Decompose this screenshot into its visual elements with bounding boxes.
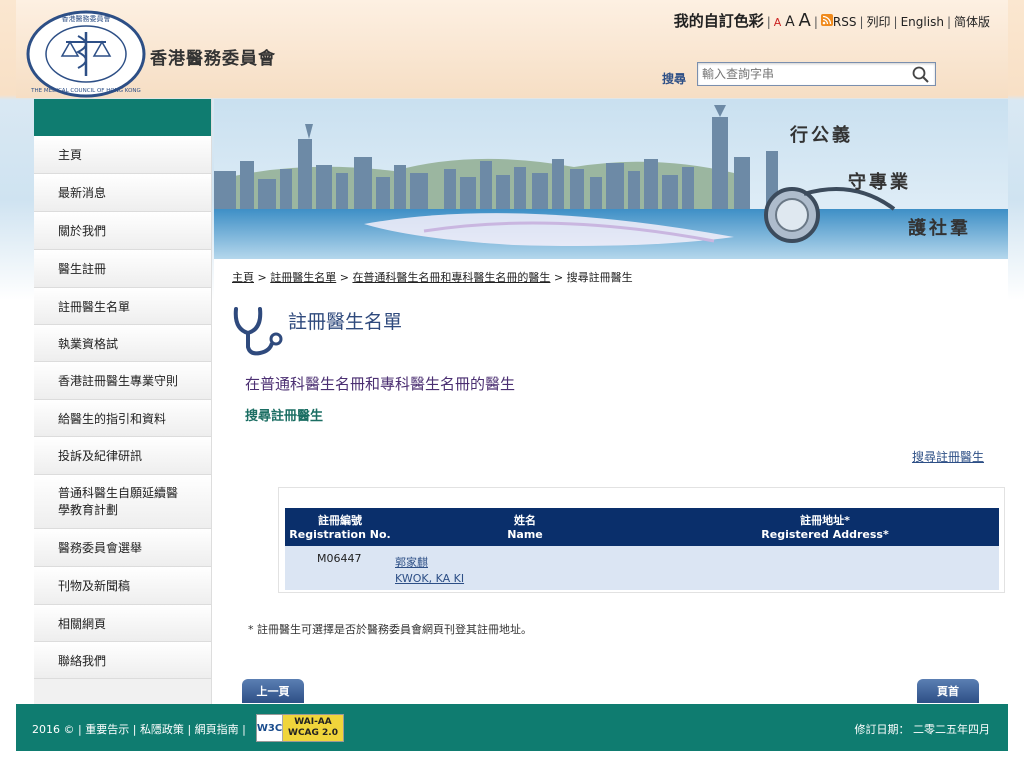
wai-aa-label: WAI-AA [294,717,332,727]
sidebar-item-code-of-conduct[interactable]: 香港註冊醫生專業守則 [34,362,211,400]
sidebar-item-label: 香港註冊醫生專業守則 [58,374,179,388]
sidebar-item-label: 執業資格試 [58,336,119,351]
font-size-large-button[interactable]: A [799,10,811,31]
council-logo[interactable]: 香港醫務委員會 THE MEDICAL COUNCIL OF HONG KONG [26,10,146,98]
section-title: 在普通科醫生名冊和專科醫生名冊的醫生 [245,375,516,393]
slogan-line-2: 守專業 [848,172,911,193]
slogan-line-1: 行公義 [790,125,853,146]
doctor-name-zh-link[interactable]: 郭家麒 [395,554,428,570]
revised-date: 修訂日期： 二零二五年四月 [854,723,991,736]
breadcrumb-register[interactable]: 在普通科醫生名冊和專科醫生名冊的醫生 [352,271,550,284]
privacy-policy-link[interactable]: 私隱政策 [140,723,184,736]
sidebar-item-label: 關於我們 [58,224,107,238]
back-to-top-button[interactable]: 頁首 [917,679,979,703]
sidebar-item-about[interactable]: 關於我們 [34,212,211,250]
sidebar-item-doctor-list[interactable]: 註冊醫生名單 [34,288,211,325]
sidebar-item-label: 聯絡我們 [58,653,107,668]
sidebar-item-election[interactable]: 醫務委員會選舉 [34,529,211,567]
sidebar-item-publications[interactable]: 刊物及新聞稿 [34,567,211,605]
sidebar-item-registration[interactable]: 醫生註冊 [34,250,211,288]
page-title: 註冊醫生名單 [288,311,403,333]
sidebar-item-home[interactable]: 主頁 [34,136,211,174]
site-guide-link[interactable]: 網頁指南 [195,723,239,736]
sidebar-item-label: 相關網頁 [58,616,107,631]
sidebar-item-label: 最新消息 [58,186,107,200]
breadcrumb-doctor-list[interactable]: 註冊醫生名單 [270,271,336,284]
sidebar-item-label: 投訴及紀律研訊 [58,449,143,463]
slogan-line-3: 護社羣 [908,218,971,239]
sidebar-item-news[interactable]: 最新消息 [34,174,211,212]
search-label: 搜尋 [662,72,687,86]
sidebar-header [34,99,211,136]
sidebar-item-cme[interactable]: 普通科醫生自願延續醫學教育計劃 [34,475,211,529]
simplified-chinese-link[interactable]: 简体版 [954,13,990,30]
sidebar-item-label: 醫生註冊 [58,262,107,276]
sidebar-item-label: 醫務委員會選舉 [58,541,143,555]
search-icon[interactable] [911,65,931,85]
sidebar-item-label: 刊物及新聞稿 [58,579,131,593]
sidebar-item-label: 給醫生的指引和資料 [58,411,167,426]
site-title: 香港醫務委員會 [150,49,276,69]
table-row: M06447 郭家麒 KWOK, KA KI [285,546,999,590]
footer: 2016 © | 重要告示 | 私隱政策 | 網頁指南 | W3C WAI-AA… [16,704,1008,751]
custom-color-link[interactable]: 我的自訂色彩 [674,10,764,31]
svg-text:THE MEDICAL COUNCIL OF HONG KO: THE MEDICAL COUNCIL OF HONG KONG [30,88,141,94]
search-box [697,62,936,86]
wcag-label: WCAG 2.0 [288,728,338,738]
footer-links: 2016 © | 重要告示 | 私隱政策 | 網頁指南 | [32,723,246,736]
breadcrumb: 主頁 > 註冊醫生名單 > 在普通科醫生名冊和專科醫生名冊的醫生 > 搜尋註冊醫… [232,271,633,284]
doctor-name-en-link[interactable]: KWOK, KA KI [395,572,464,585]
search-input[interactable] [702,66,902,82]
sub-title: 搜尋註冊醫生 [245,409,324,424]
breadcrumb-home[interactable]: 主頁 [232,271,254,284]
sidebar-item-guidelines[interactable]: 給醫生的指引和資料 [34,400,211,437]
sidebar-item-label: 普通科醫生自願延續醫學教育計劃 [58,485,179,517]
important-notice-link[interactable]: 重要告示 [85,723,129,736]
font-size-small-button[interactable]: A [774,16,782,29]
wcag-badge[interactable]: W3C WAI-AA WCAG 2.0 [256,714,344,742]
sidebar-item-contact[interactable]: 聯絡我們 [34,642,211,679]
print-link[interactable]: 列印 [867,13,891,30]
column-header-address: 註冊地址* Registered Address* [761,514,889,541]
address-note: * 註冊醫生可選擇是否於醫務委員會網頁刊登其註冊地址。 [248,623,532,636]
sidebar: 主頁 最新消息 關於我們 醫生註冊 註冊醫生名單 執業資格試 香港註冊醫生專業守… [34,99,212,704]
sidebar-item-licensing-exam[interactable]: 執業資格試 [34,325,211,362]
w3c-logo: W3C [257,715,283,741]
column-header-name: 姓名 Name [507,514,543,541]
rss-link[interactable]: RSS [833,15,857,29]
main-content: 主頁 > 註冊醫生名單 > 在普通科醫生名冊和專科醫生名冊的醫生 > 搜尋註冊醫… [214,259,1008,704]
banner: 行公義 守專業 護社羣 [214,99,1008,259]
logo-ring-text: 香港醫務委員會 [62,14,111,23]
sidebar-item-links[interactable]: 相關網頁 [34,605,211,642]
previous-page-button[interactable]: 上一頁 [242,679,304,703]
breadcrumb-current: 搜尋註冊醫生 [566,271,633,284]
stethoscope-icon [233,307,283,356]
copyright: 2016 © [32,723,75,736]
table-header: 註冊編號 Registration No. 姓名 Name 註冊地址* Regi… [285,508,999,546]
header-tools: 我的自訂色彩 | A A A | RSS | 列印 | English | 简体… [673,10,990,31]
reg-no-cell: M06447 [317,552,362,565]
rss-icon[interactable] [820,14,833,26]
sidebar-item-complaints[interactable]: 投訴及紀律研訊 [34,437,211,475]
sidebar-item-label: 主頁 [58,148,83,162]
column-header-reg-no: 註冊編號 Registration No. [289,514,391,541]
results-table: 註冊編號 Registration No. 姓名 Name 註冊地址* Regi… [278,487,1005,593]
sidebar-item-label: 註冊醫生名單 [58,299,131,314]
font-size-medium-button[interactable]: A [785,14,795,30]
search-doctors-link[interactable]: 搜尋註冊醫生 [912,448,984,465]
english-link[interactable]: English [901,15,944,29]
